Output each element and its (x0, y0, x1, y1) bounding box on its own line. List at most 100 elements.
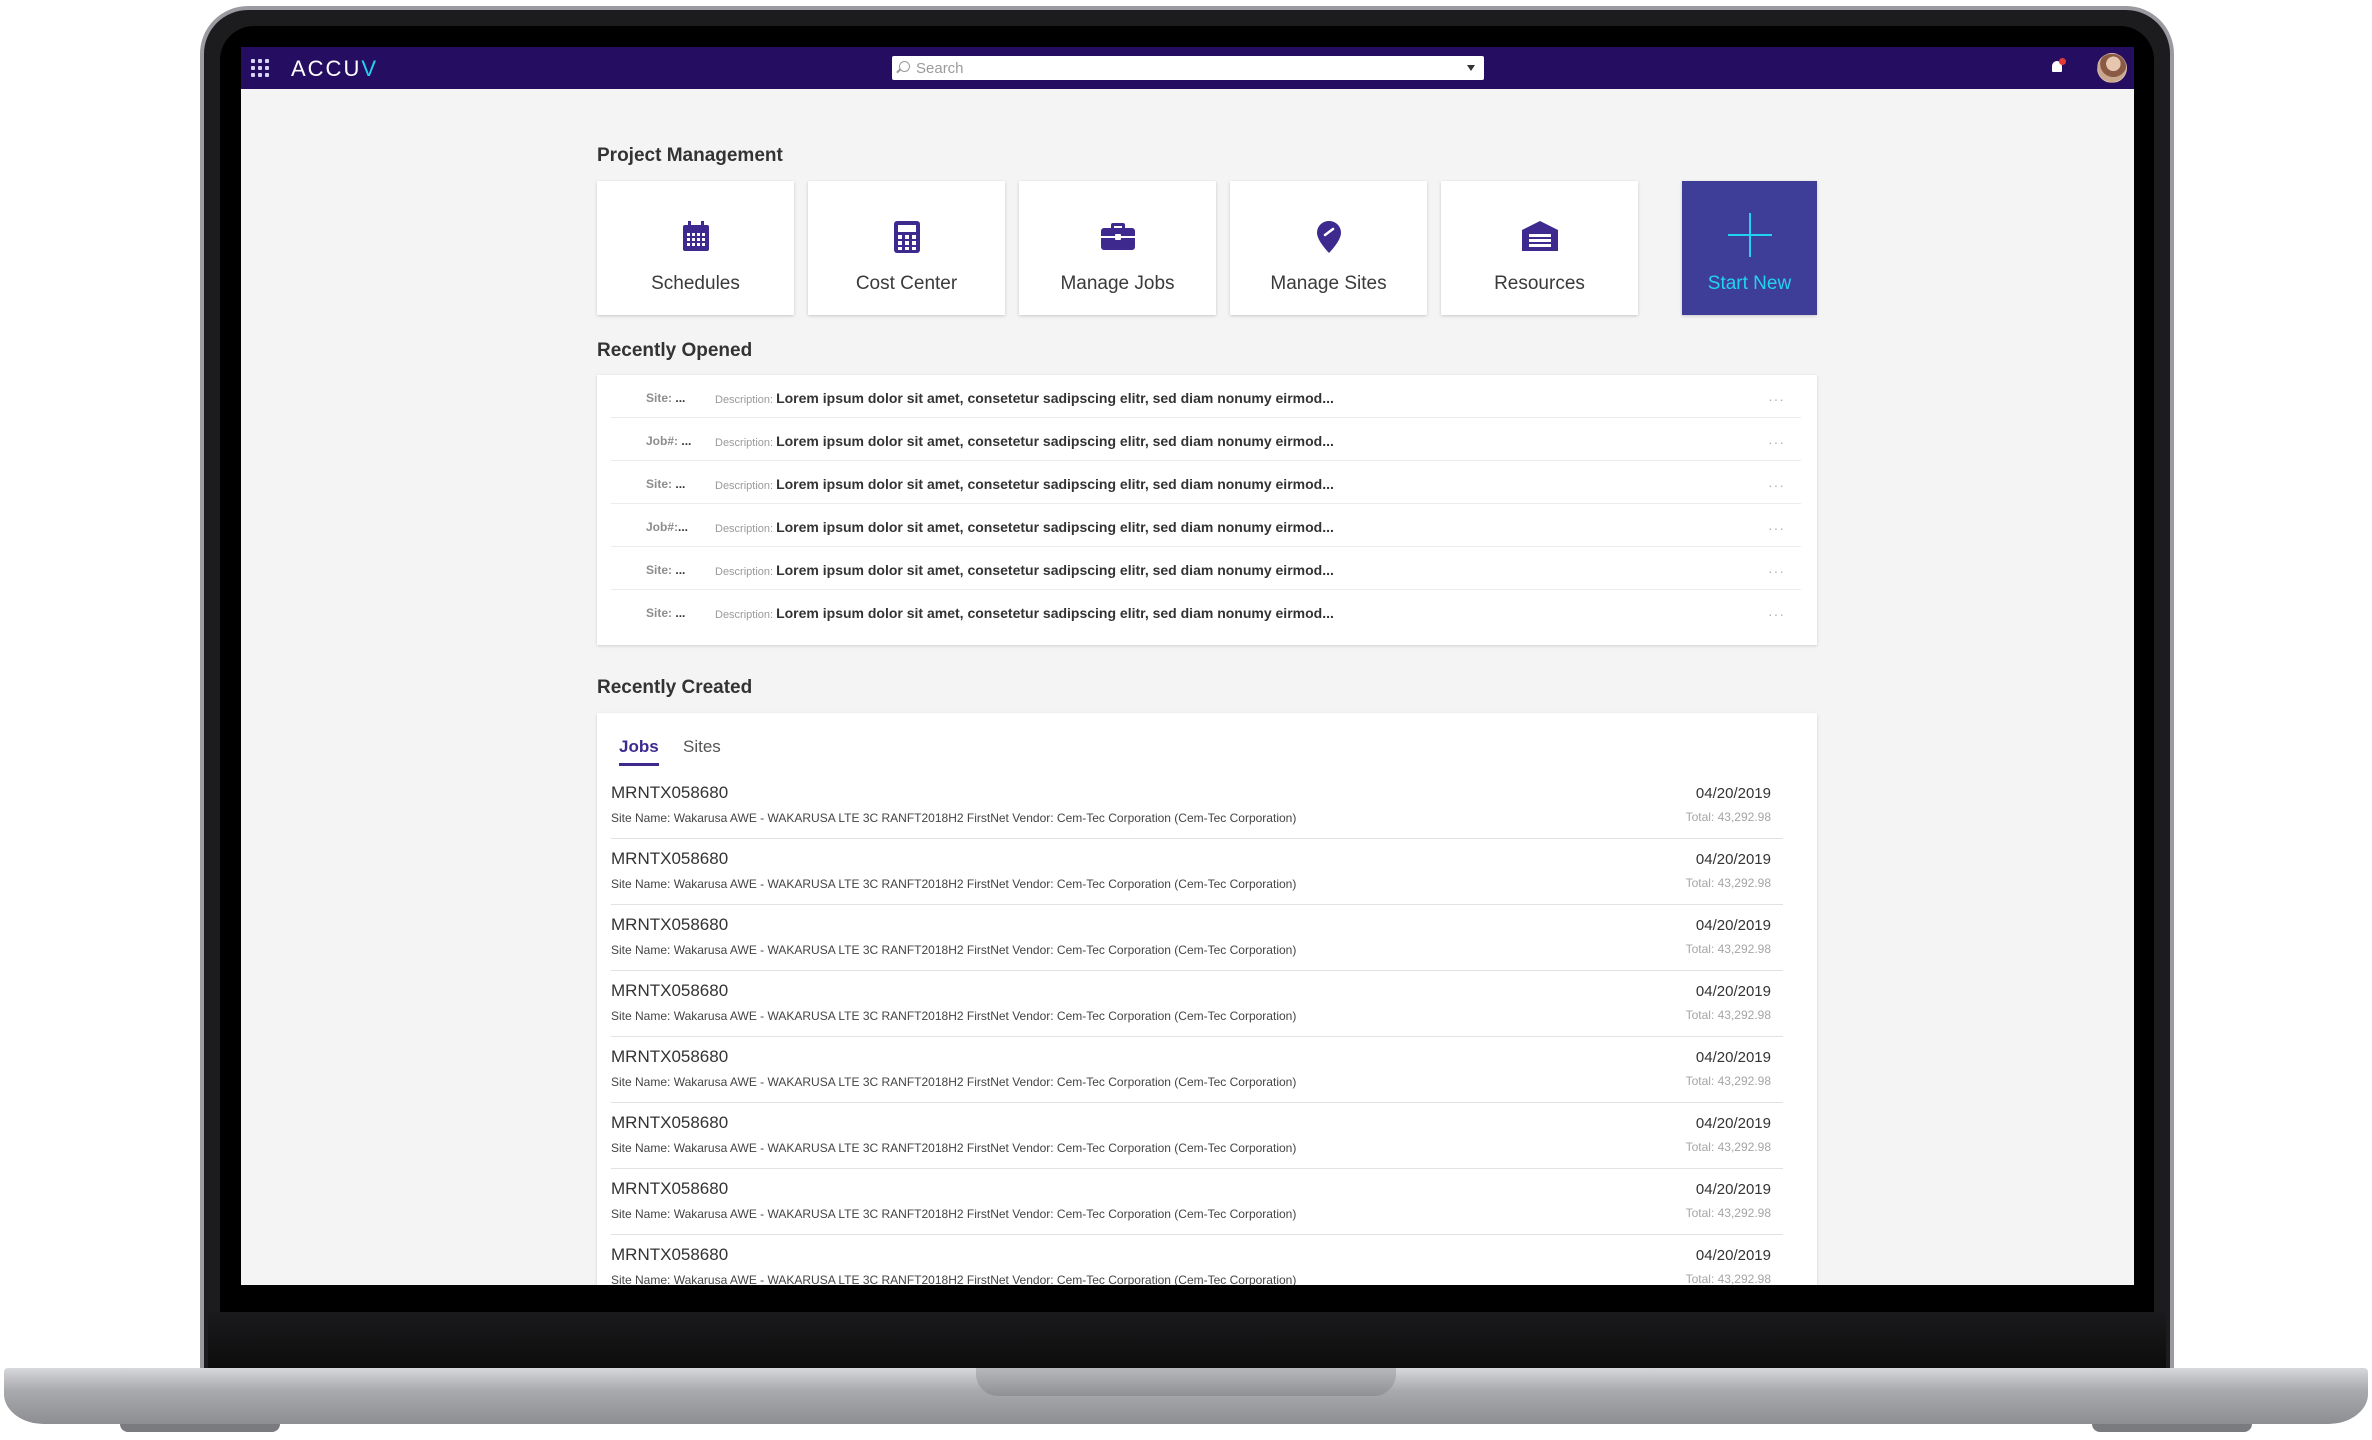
tile-schedules[interactable]: Schedules (597, 181, 794, 315)
item-description: Description: Lorem ipsum dolor sit amet, … (715, 519, 1334, 535)
list-item[interactable]: Site: ... Description: Lorem ipsum dolor … (611, 547, 1801, 590)
more-options-icon[interactable]: ··· (1768, 520, 1785, 536)
plus-icon (1727, 213, 1772, 257)
screen: ACCUV Project Management Schedules (241, 47, 2134, 1285)
recently-opened-list: Site: ... Description: Lorem ipsum dolor … (597, 375, 1817, 645)
table-row[interactable]: MRNTX058680 Site Name: Wakarusa AWE - WA… (611, 971, 1783, 1037)
more-options-icon[interactable]: ··· (1768, 606, 1785, 622)
search-icon (899, 61, 910, 72)
tile-manage-sites[interactable]: Manage Sites (1230, 181, 1427, 315)
table-row[interactable]: MRNTX058680 Site Name: Wakarusa AWE - WA… (611, 773, 1783, 839)
job-id: MRNTX058680 (611, 783, 729, 802)
job-site: Site Name: Wakarusa AWE - WAKARUSA LTE 3… (611, 1207, 1297, 1221)
tile-resources[interactable]: Resources (1441, 181, 1638, 315)
job-site: Site Name: Wakarusa AWE - WAKARUSA LTE 3… (611, 1141, 1297, 1155)
item-type: Job#:... (646, 520, 689, 534)
job-site: Site Name: Wakarusa AWE - WAKARUSA LTE 3… (611, 943, 1297, 957)
job-id: MRNTX058680 (611, 1047, 729, 1066)
more-options-icon[interactable]: ··· (1768, 477, 1785, 493)
job-date: 04/20/2019 (1695, 917, 1771, 934)
search-input[interactable] (916, 58, 1456, 78)
item-description: Description: Lorem ipsum dolor sit amet, … (715, 390, 1334, 406)
job-total: Total: 43,292.98 (1685, 1140, 1771, 1154)
table-row[interactable]: MRNTX058680 Site Name: Wakarusa AWE - WA… (611, 839, 1783, 905)
tile-label: Schedules (651, 273, 740, 294)
table-row[interactable]: MRNTX058680 Site Name: Wakarusa AWE - WA… (611, 1169, 1783, 1235)
table-row[interactable]: MRNTX058680 Site Name: Wakarusa AWE - WA… (611, 1103, 1783, 1169)
job-total: Total: 43,292.98 (1685, 1008, 1771, 1022)
job-total: Total: 43,292.98 (1685, 1272, 1771, 1285)
list-item[interactable]: Site: ... Description: Lorem ipsum dolor … (611, 375, 1801, 418)
job-total: Total: 43,292.98 (1685, 1074, 1771, 1088)
project-management-title: Project Management (597, 145, 783, 166)
job-site: Site Name: Wakarusa AWE - WAKARUSA LTE 3… (611, 1075, 1297, 1089)
item-type: Site: ... (646, 563, 686, 577)
user-avatar[interactable] (2097, 53, 2127, 83)
job-date: 04/20/2019 (1695, 1247, 1771, 1264)
tile-cost-center[interactable]: Cost Center (808, 181, 1005, 315)
item-type: Job#: ... (646, 434, 692, 448)
tile-label: Start New (1707, 273, 1792, 294)
tile-label: Cost Center (855, 273, 958, 294)
more-options-icon[interactable]: ··· (1768, 563, 1785, 579)
job-site: Site Name: Wakarusa AWE - WAKARUSA LTE 3… (611, 811, 1297, 825)
calculator-icon (893, 221, 920, 253)
job-date: 04/20/2019 (1695, 1181, 1771, 1198)
list-item[interactable]: Job#:... Description: Lorem ipsum dolor s… (611, 504, 1801, 547)
job-date: 04/20/2019 (1695, 1049, 1771, 1066)
job-total: Total: 43,292.98 (1685, 876, 1771, 890)
top-navigation-bar: ACCUV (241, 47, 2134, 89)
location-pin-icon (1316, 221, 1341, 253)
job-total: Total: 43,292.98 (1685, 942, 1771, 956)
job-date: 04/20/2019 (1695, 983, 1771, 1000)
recently-created-panel: Jobs Sites MRNTX058680 Site Name: Wakaru… (597, 713, 1817, 1285)
warehouse-icon (1521, 221, 1558, 251)
laptop-chin (208, 1312, 2166, 1368)
tab-sites[interactable]: Sites (683, 737, 721, 763)
job-id: MRNTX058680 (611, 1245, 729, 1264)
start-new-button[interactable]: Start New (1682, 181, 1817, 315)
item-type: Site: ... (646, 606, 686, 620)
job-site: Site Name: Wakarusa AWE - WAKARUSA LTE 3… (611, 1009, 1297, 1023)
job-date: 04/20/2019 (1695, 785, 1771, 802)
more-options-icon[interactable]: ··· (1768, 434, 1785, 450)
tile-label: Manage Sites (1270, 273, 1387, 294)
table-row[interactable]: MRNTX058680 Site Name: Wakarusa AWE - WA… (611, 1235, 1783, 1285)
item-description: Description: Lorem ipsum dolor sit amet, … (715, 433, 1334, 449)
apps-grid-icon[interactable] (251, 59, 269, 77)
table-row[interactable]: MRNTX058680 Site Name: Wakarusa AWE - WA… (611, 905, 1783, 971)
list-item[interactable]: Site: ... Description: Lorem ipsum dolor … (611, 461, 1801, 504)
calendar-icon (682, 221, 709, 251)
list-item[interactable]: Job#: ... Description: Lorem ipsum dolor … (611, 418, 1801, 461)
job-date: 04/20/2019 (1695, 1115, 1771, 1132)
job-site: Site Name: Wakarusa AWE - WAKARUSA LTE 3… (611, 1273, 1297, 1285)
tab-jobs[interactable]: Jobs (619, 737, 659, 766)
tile-label: Manage Jobs (1060, 273, 1175, 294)
accuv-logo[interactable]: ACCUV (291, 56, 378, 82)
laptop-notch (976, 1368, 1396, 1396)
search-box[interactable] (892, 56, 1484, 80)
more-options-icon[interactable]: ··· (1768, 391, 1785, 407)
list-item[interactable]: Site: ... Description: Lorem ipsum dolor … (611, 590, 1801, 633)
notification-dot (2059, 58, 2066, 65)
recently-created-title: Recently Created (597, 677, 753, 698)
job-id: MRNTX058680 (611, 981, 729, 1000)
job-id: MRNTX058680 (611, 1179, 729, 1198)
laptop-foot-left (120, 1424, 280, 1432)
job-id: MRNTX058680 (611, 915, 729, 934)
job-id: MRNTX058680 (611, 849, 729, 868)
briefcase-icon (1100, 223, 1135, 250)
item-type: Site: ... (646, 391, 686, 405)
notification-bell-icon[interactable] (2050, 58, 2066, 74)
table-row[interactable]: MRNTX058680 Site Name: Wakarusa AWE - WA… (611, 1037, 1783, 1103)
item-description: Description: Lorem ipsum dolor sit amet, … (715, 476, 1334, 492)
recently-opened-title: Recently Opened (597, 340, 753, 361)
chevron-down-icon[interactable] (1467, 65, 1475, 71)
tile-label: Resources (1494, 273, 1585, 294)
job-total: Total: 43,292.98 (1685, 1206, 1771, 1220)
laptop-foot-right (2092, 1424, 2252, 1432)
tile-manage-jobs[interactable]: Manage Jobs (1019, 181, 1216, 315)
item-description: Description: Lorem ipsum dolor sit amet, … (715, 605, 1334, 621)
item-description: Description: Lorem ipsum dolor sit amet, … (715, 562, 1334, 578)
job-date: 04/20/2019 (1695, 851, 1771, 868)
